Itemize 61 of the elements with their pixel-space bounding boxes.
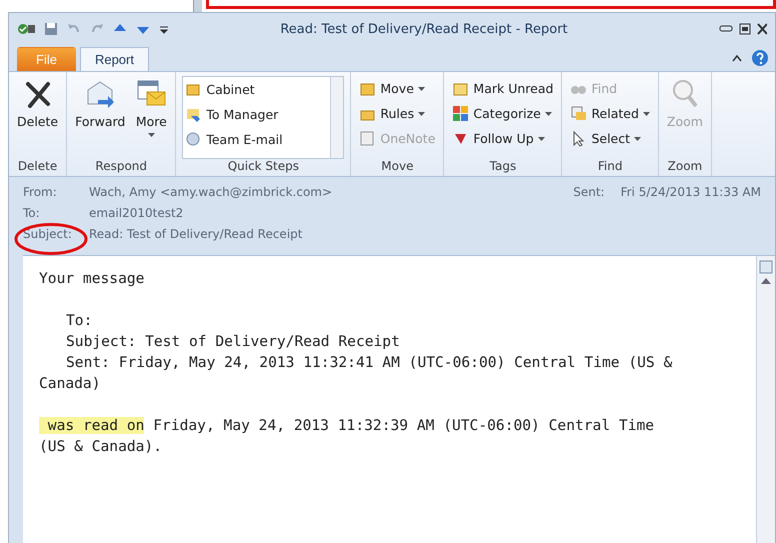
field-value: Read: Test of Delivery/Read Receipt: [89, 227, 302, 243]
message-line: Canada): [39, 375, 102, 394]
group-label: Move: [380, 159, 414, 175]
field-value: Wach, Amy <amy.wach@zimbrick.com>: [89, 185, 332, 201]
people-pane-icon[interactable]: [759, 260, 773, 274]
caret-icon: [418, 112, 426, 116]
ribbon-button[interactable]: Follow Up: [450, 126, 556, 151]
group-label: Find: [596, 159, 624, 175]
ribbon-button[interactable]: Related: [568, 101, 652, 126]
gallery-scrollbar[interactable]: [330, 77, 344, 158]
save-icon[interactable]: [44, 22, 58, 36]
ribbon-button[interactable]: Delete: [15, 76, 60, 159]
group-label: Zoom: [666, 159, 704, 175]
field-label: Sent:: [573, 185, 605, 201]
ribbon-button[interactable]: More: [133, 76, 170, 159]
help-icon[interactable]: [751, 49, 769, 67]
minimize-icon[interactable]: [719, 23, 733, 33]
ribbon-button[interactable]: Categorize: [450, 101, 556, 126]
caret-icon: [634, 136, 641, 140]
ribbon-tab[interactable]: Report: [80, 47, 149, 71]
group-label: Quick Steps: [226, 159, 300, 175]
caret-icon: [418, 86, 425, 90]
field-label: Subject:: [23, 227, 72, 241]
ribbon-button[interactable]: Rules: [357, 101, 438, 126]
group-label: Tags: [488, 159, 518, 175]
message-line: Sent: Friday, May 24, 2013 11:32:41 AM (UTC-06:00) Central Time (US &: [65, 354, 674, 373]
ribbon-button-icon: [359, 130, 376, 147]
caret-icon: [544, 112, 552, 116]
message-line: Subject: Test of Delivery/Read Receipt: [65, 333, 401, 352]
ribbon-button-icon: [452, 105, 470, 122]
collapse-ribbon-icon[interactable]: [731, 53, 743, 63]
caret-icon: [538, 136, 545, 140]
field-value: Fri 5/24/2013 11:33 AM: [620, 185, 761, 201]
ribbon-button[interactable]: To Manager: [183, 102, 330, 127]
group-label: Respond: [94, 159, 148, 175]
ribbon-button[interactable]: Forward: [73, 76, 128, 159]
message-line: Your message: [39, 270, 146, 289]
close-icon[interactable]: [757, 23, 767, 35]
field-label: To:: [23, 206, 40, 220]
group-label: Delete: [16, 159, 58, 175]
scroll-up-icon[interactable]: [761, 278, 771, 284]
field-label: From:: [23, 185, 57, 199]
ribbon-button[interactable]: Mark Unread: [450, 76, 556, 101]
ribbon-button[interactable]: Cabinet: [183, 77, 330, 102]
ribbon-button[interactable]: Team E-mail: [183, 127, 330, 152]
message-line: (US & Canada).: [39, 438, 164, 457]
ribbon-button[interactable]: Select: [568, 126, 652, 151]
scrollbar[interactable]: [756, 256, 775, 543]
caret-icon: [148, 133, 155, 137]
window-title: Read: Test of Delivery/Read Receipt - Report: [279, 22, 569, 36]
message-line: To:: [65, 312, 94, 331]
ribbon-button[interactable]: Move: [357, 76, 438, 101]
outlook-icon: [17, 22, 35, 36]
field-value: email2010test2: [89, 206, 184, 222]
ribbon-button-icon: [185, 106, 202, 123]
window-edge: [193, 0, 202, 12]
ribbon-button-icon: [570, 105, 588, 122]
message-line: was read on Friday, May 24, 2013 11:32:39 AM (UTC-06:00) Central Time: [39, 417, 756, 438]
ribbon-button-icon: [185, 131, 202, 148]
maximize-icon[interactable]: [739, 23, 751, 35]
caret-icon: [642, 112, 650, 116]
